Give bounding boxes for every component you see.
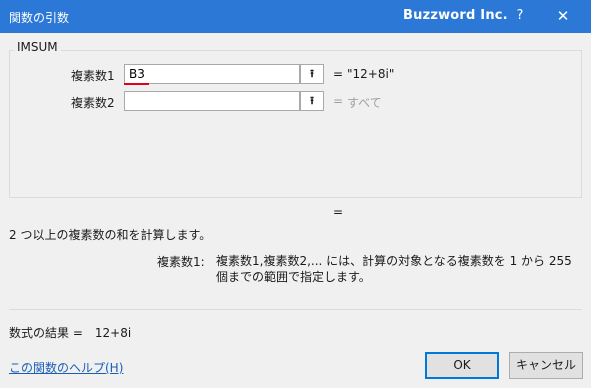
formula-result: 数式の結果 = 12+8i [9,324,131,341]
argument-2-equals: = [333,94,344,108]
collapse-dialog-icon[interactable]: ⭱ [300,64,324,84]
argument-2-label: 複素数2 [71,96,115,110]
title-bar: 関数の引数 Buzzword Inc. ? ✕ [0,0,591,33]
ok-button[interactable]: OK [425,352,499,379]
formula-result-label: 数式の結果 = [9,326,83,340]
collapse-dialog-icon[interactable]: ⭱ [300,91,324,111]
help-button[interactable]: ? [510,8,530,23]
argument-1-input[interactable] [124,64,300,84]
overall-equals: = [333,205,344,219]
function-name: IMSUM [14,40,61,54]
argument-1-equals: = [333,67,344,81]
argument-2-input[interactable] [124,91,300,111]
close-button[interactable]: ✕ [553,7,573,25]
argument-1-result: "12+8i" [347,67,395,81]
divider [9,309,582,310]
dialog-title: 関数の引数 [9,11,70,25]
function-description: 2 つ以上の複素数の和を計算します。 [9,228,212,242]
argument-help-label: 複素数1: [157,255,205,269]
argument-2-result: すべて [347,96,382,110]
function-help-link[interactable]: この関数のヘルプ(H) [9,359,123,376]
reference-underline [124,83,149,85]
brand-label: Buzzword Inc. [403,8,508,23]
formula-result-value: 12+8i [94,326,132,340]
cancel-button[interactable]: キャンセル [509,352,583,379]
argument-help-text: 複素数1,複素数2,... には、計算の対象となる複素数を 1 から 255 個… [216,254,572,284]
argument-1-label: 複素数1 [71,69,115,83]
